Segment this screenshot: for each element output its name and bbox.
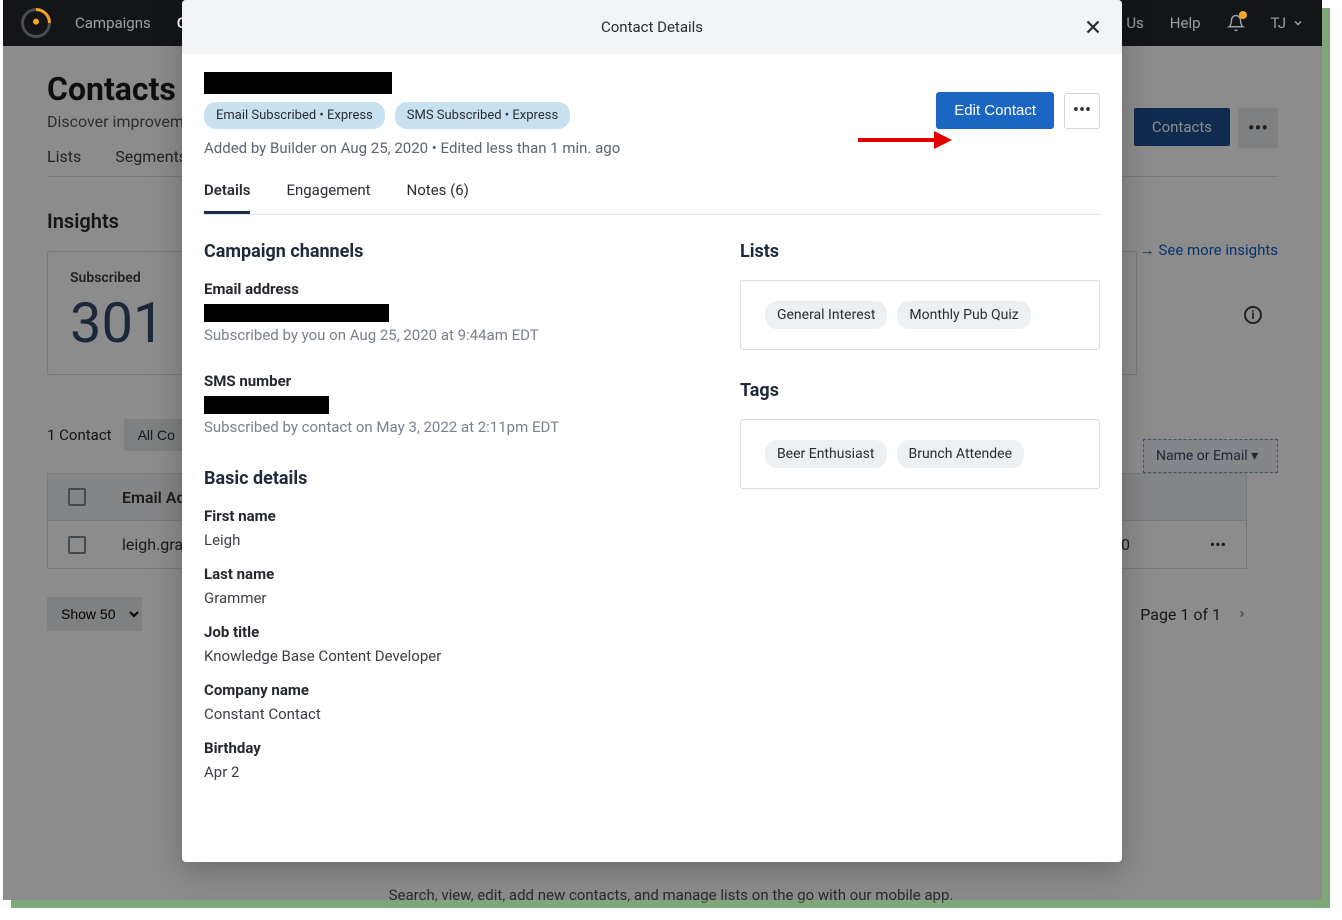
tags-box: Beer Enthusiast Brunch Attendee — [740, 419, 1100, 489]
user-menu[interactable]: TJ — [1271, 14, 1304, 32]
modal-body: Email Subscribed • Express SMS Subscribe… — [182, 54, 1122, 862]
birthday-value: Apr 2 — [204, 763, 670, 781]
basic-details-heading: Basic details — [204, 468, 670, 489]
contact-name-redacted — [204, 72, 392, 94]
nav-help[interactable]: Help — [1170, 14, 1201, 32]
job-title-label: Job title — [204, 623, 670, 641]
email-label: Email address — [204, 280, 670, 298]
tag-chip[interactable]: Brunch Attendee — [897, 440, 1025, 468]
tab-notes[interactable]: Notes (6) — [407, 181, 469, 214]
email-status-badge: Email Subscribed • Express — [204, 102, 385, 129]
meta-line: Added by Builder on Aug 25, 2020 • Edite… — [204, 139, 936, 157]
modal-title: Contact Details — [601, 18, 703, 36]
nav-campaigns[interactable]: Campaigns — [75, 14, 151, 32]
lists-heading: Lists — [740, 241, 1100, 262]
modal-top: Email Subscribed • Express SMS Subscribe… — [204, 72, 1100, 157]
modal-tabs: Details Engagement Notes (6) — [204, 181, 1100, 215]
close-icon[interactable] — [1082, 16, 1104, 38]
status-badges: Email Subscribed • Express SMS Subscribe… — [204, 102, 936, 129]
list-chip[interactable]: Monthly Pub Quiz — [897, 301, 1030, 329]
notification-dot — [1239, 11, 1247, 19]
sms-status-badge: SMS Subscribed • Express — [395, 102, 570, 129]
user-initials: TJ — [1271, 14, 1286, 32]
contact-details-modal: Contact Details Email Subscribed • Expre… — [182, 0, 1122, 862]
sms-label: SMS number — [204, 372, 670, 390]
modal-columns: Campaign channels Email address Subscrib… — [204, 241, 1100, 781]
first-name-label: First name — [204, 507, 670, 525]
bell-icon[interactable] — [1227, 13, 1245, 33]
modal-header: Contact Details — [182, 0, 1122, 54]
edit-contact-button[interactable]: Edit Contact — [936, 92, 1054, 129]
chevron-down-icon — [1292, 17, 1304, 29]
first-name-value: Leigh — [204, 531, 670, 549]
lists-box: General Interest Monthly Pub Quiz — [740, 280, 1100, 350]
tag-chip[interactable]: Beer Enthusiast — [765, 440, 887, 468]
channels-column: Campaign channels Email address Subscrib… — [204, 241, 670, 781]
job-title-value: Knowledge Base Content Developer — [204, 647, 670, 665]
list-chip[interactable]: General Interest — [765, 301, 887, 329]
modal-more-button[interactable]: ••• — [1064, 93, 1100, 129]
tab-engagement[interactable]: Engagement — [286, 181, 370, 214]
tags-heading: Tags — [740, 380, 1100, 401]
sms-value-redacted — [204, 396, 329, 414]
sms-subscribed-meta: Subscribed by contact on May 3, 2022 at … — [204, 418, 670, 436]
company-value: Constant Contact — [204, 705, 670, 723]
tab-details[interactable]: Details — [204, 181, 250, 214]
last-name-label: Last name — [204, 565, 670, 583]
email-value-redacted — [204, 304, 389, 322]
last-name-value: Grammer — [204, 589, 670, 607]
company-label: Company name — [204, 681, 670, 699]
brand-logo[interactable] — [15, 2, 57, 44]
birthday-label: Birthday — [204, 739, 670, 757]
email-subscribed-meta: Subscribed by you on Aug 25, 2020 at 9:4… — [204, 326, 670, 344]
channels-heading: Campaign channels — [204, 241, 670, 262]
lists-tags-column: Lists General Interest Monthly Pub Quiz … — [740, 241, 1100, 781]
